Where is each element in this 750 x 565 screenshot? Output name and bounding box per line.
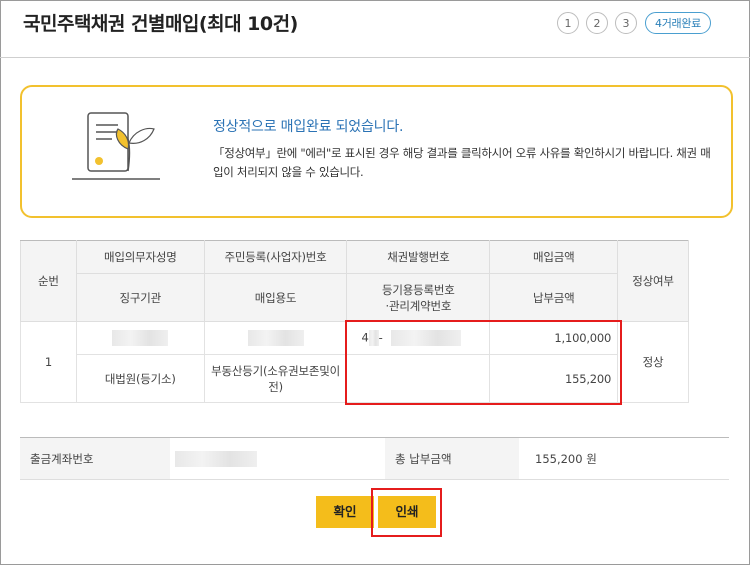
row-agency: 대법원(등기소) <box>75 354 205 403</box>
header-payment: 납부금액 <box>489 273 619 322</box>
total-payment-label: 총 납부금액 <box>385 437 519 480</box>
row-reg-no <box>203 321 348 355</box>
page-title: 국민주택채권 건별매입(최대 10건) <box>23 13 298 35</box>
masked-account-number <box>175 450 257 467</box>
print-button-highlight <box>371 488 442 537</box>
step-3: 3 <box>615 12 637 34</box>
step-2: 2 <box>586 12 608 34</box>
header-obligor: 매입의무자성명 <box>75 240 205 274</box>
document-leaf-icon <box>72 112 160 180</box>
row-seq: 1 <box>20 321 77 403</box>
bond-amount-highlight <box>345 320 622 405</box>
step-indicator: 1 2 3 4거래완료 <box>557 12 711 34</box>
account-summary-table: 출금계좌번호 총 납부금액 155,200 원 <box>20 437 729 480</box>
header-agency: 징구기관 <box>75 273 205 322</box>
header-purpose: 매입용도 <box>203 273 348 322</box>
row-purpose: 부동산등기(소유권보존및이전) <box>203 354 348 403</box>
header-seq: 순번 <box>20 240 77 322</box>
title-divider <box>0 57 750 58</box>
notice-body: 「정상여부」란에 "에러"로 표시된 경우 해당 결과를 클릭하시어 오류 사유… <box>213 146 711 179</box>
header-reg-mgmt-no: 등기용등록번호 ·관리계약번호 <box>346 273 491 322</box>
header-reg-mgmt-no-line2: ·관리계약번호 <box>385 298 452 313</box>
step-1: 1 <box>557 12 579 34</box>
completion-notice: 정상적으로 매입완료 되었습니다. 「정상여부」란에 "에러"로 표시된 경우 … <box>20 85 733 218</box>
total-payment-value: 155,200 원 <box>519 437 729 480</box>
step-4-complete: 4거래완료 <box>645 12 711 34</box>
row-obligor <box>75 321 205 355</box>
account-value <box>170 437 385 480</box>
header-reg-no: 주민등록(사업자)번호 <box>203 240 348 274</box>
confirm-button[interactable]: 확인 <box>316 496 374 528</box>
masked-name <box>112 330 169 346</box>
row-status[interactable]: 정상 <box>617 321 689 403</box>
notice-heading: 정상적으로 매입완료 되었습니다. <box>213 119 404 135</box>
header-bond-no: 채권발행번호 <box>346 240 491 274</box>
account-label: 출금계좌번호 <box>20 437 170 480</box>
header-status: 정상여부 <box>617 240 689 322</box>
masked-reg-no <box>247 330 304 346</box>
header-amount: 매입금액 <box>489 240 619 274</box>
header-reg-mgmt-no-line1: 등기용등록번호 <box>382 282 455 297</box>
